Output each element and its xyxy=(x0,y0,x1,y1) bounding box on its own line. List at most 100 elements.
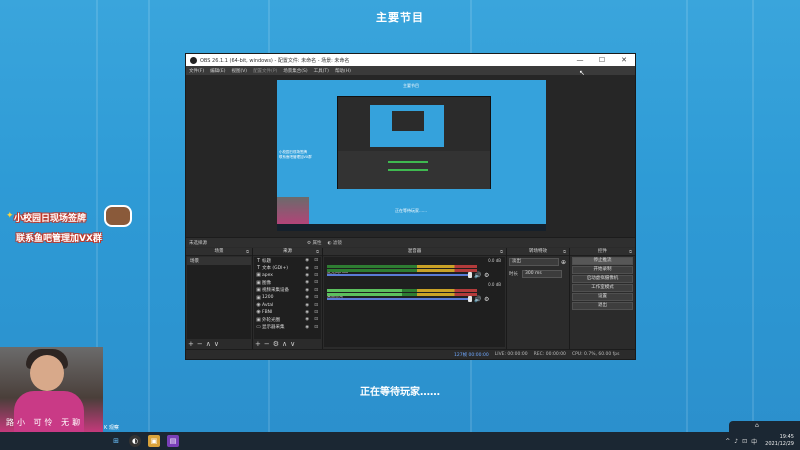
menu-tools[interactable]: 工具(T) xyxy=(314,68,329,74)
source-item[interactable]: ▭ 显示器采集 ◉ ⊡ xyxy=(254,324,321,331)
tray-expand-icon[interactable]: ^ xyxy=(725,438,730,445)
eye-icon[interactable]: ◉ xyxy=(305,266,309,271)
network-icon[interactable]: ⊡ xyxy=(742,438,747,445)
source-item[interactable]: ◉ FBNI ◉ ⊡ xyxy=(254,309,321,316)
stop-streaming-button[interactable]: 停止推流 xyxy=(572,257,633,265)
dock-close-icon[interactable]: ⧉ xyxy=(246,248,249,256)
eye-icon[interactable]: ◉ xyxy=(305,273,309,278)
eye-icon[interactable]: ◉ xyxy=(305,280,309,285)
start-recording-button[interactable]: 开始录制 xyxy=(572,266,633,274)
menu-view[interactable]: 视图(V) xyxy=(231,68,247,74)
source-item[interactable]: ▣ apex ◉ ⊡ xyxy=(254,272,321,279)
move-down-button[interactable]: ∨ xyxy=(290,340,295,348)
volume-slider[interactable] xyxy=(327,296,472,302)
lock-icon[interactable]: ⊡ xyxy=(314,325,318,330)
preview-waiting: 正在等待玩家…… xyxy=(395,208,427,213)
move-down-button[interactable]: ∨ xyxy=(214,340,219,348)
menu-edit[interactable]: 编辑(E) xyxy=(210,68,225,74)
dock-close-icon[interactable]: ⧉ xyxy=(316,248,319,256)
eye-icon[interactable]: ◉ xyxy=(305,258,309,263)
nested-obs-preview xyxy=(337,96,491,189)
speaker-icon[interactable]: 🔊 xyxy=(474,296,481,303)
lock-icon[interactable]: ⊡ xyxy=(314,317,318,322)
app-taskbar-icon-2[interactable]: ▤ xyxy=(167,435,179,447)
eye-icon[interactable]: ◉ xyxy=(305,295,309,300)
webcam-face xyxy=(30,355,64,391)
filters-button[interactable]: ◐ 滤镜 xyxy=(327,240,341,246)
sources-list[interactable]: T 标题 ◉ ⊡ T 文本 (GDI+) ◉ ⊡ ▣ apex ◉ ⊡ ▣ 图像 ◉ ⊡ ▣ 视频采集设备 ◉ ⊡ ▣ 1… xyxy=(254,257,321,339)
app-taskbar-icon[interactable]: ▣ xyxy=(148,435,160,447)
eye-icon[interactable]: ◉ xyxy=(305,317,309,322)
maximize-button[interactable]: ☐ xyxy=(591,56,613,64)
source-item[interactable]: ▣ 图像 ◉ ⊡ xyxy=(254,279,321,286)
source-item[interactable]: T 标题 ◉ ⊡ xyxy=(254,257,321,264)
exit-button[interactable]: 退出 xyxy=(572,302,633,310)
add-scene-button[interactable]: + xyxy=(188,340,194,348)
scene-item[interactable]: 场景 xyxy=(187,257,251,265)
remove-source-button[interactable]: − xyxy=(264,340,270,348)
studio-mode-button[interactable]: 工作室模式 xyxy=(572,284,633,292)
eye-icon[interactable]: ◉ xyxy=(305,325,309,330)
lock-icon[interactable]: ⊡ xyxy=(314,288,318,293)
lock-icon[interactable]: ⊡ xyxy=(314,280,318,285)
move-up-button[interactable]: ∧ xyxy=(282,340,287,348)
dock-close-icon[interactable]: ⧉ xyxy=(500,248,503,256)
obs-window[interactable]: OBS 26.1.1 (64-bit, windows) - 配置文件: 未命名… xyxy=(185,53,636,360)
properties-button[interactable]: ⚙ 属性 xyxy=(307,240,321,246)
dock-close-icon[interactable]: ⧉ xyxy=(629,248,632,256)
eye-icon[interactable]: ◉ xyxy=(305,288,309,293)
slider-knob[interactable] xyxy=(468,272,472,278)
preview-area: 主要节目 正在等待玩家…… 小校园日现场签牌 联系鱼吧管理加VX群 xyxy=(186,75,635,237)
gear-icon[interactable]: ⚙ xyxy=(484,272,489,279)
obs-menubar: 文件(F) 编辑(E) 视图(V) 配置文件(P) 场景集合(S) 工具(T) … xyxy=(186,66,635,75)
obs-taskbar-icon[interactable]: ◐ xyxy=(129,435,141,447)
quick-launch-icon[interactable]: ⌂ xyxy=(755,422,759,429)
source-item[interactable]: ▣ 视频采集设备 ◉ ⊡ xyxy=(254,287,321,294)
source-item[interactable]: ◉ Avtal ◉ ⊡ xyxy=(254,301,321,308)
lock-icon[interactable]: ⊡ xyxy=(314,303,318,308)
remove-scene-button[interactable]: − xyxy=(197,340,203,348)
scenes-list[interactable]: 场景 xyxy=(187,257,251,339)
dock-close-icon[interactable]: ⧉ xyxy=(563,248,566,256)
source-item[interactable]: T 文本 (GDI+) ◉ ⊡ xyxy=(254,264,321,271)
add-source-button[interactable]: + xyxy=(255,340,261,348)
promo-line-2: 联系鱼吧管理加VX群 xyxy=(16,234,102,244)
minimize-button[interactable]: — xyxy=(569,56,591,64)
source-item[interactable]: ▣ 1200 ◉ ⊡ xyxy=(254,294,321,301)
settings-button[interactable]: 设置 xyxy=(572,293,633,301)
gear-icon[interactable]: ⚙ xyxy=(484,296,489,303)
source-type-icon: ◉ xyxy=(256,309,261,316)
menu-profile[interactable]: 配置文件(P) xyxy=(253,68,277,74)
source-settings-icon[interactable]: ⚙ xyxy=(273,340,279,348)
obs-titlebar[interactable]: OBS 26.1.1 (64-bit, windows) - 配置文件: 未命名… xyxy=(186,54,635,66)
add-transition-button[interactable]: ⊕ xyxy=(561,259,566,266)
duration-input[interactable]: 300 ms xyxy=(522,270,562,278)
menu-scene-collection[interactable]: 场景集合(S) xyxy=(283,68,307,74)
transition-select[interactable]: 淡出 xyxy=(509,258,559,266)
lock-icon[interactable]: ⊡ xyxy=(314,258,318,263)
speaker-icon[interactable]: 🔊 xyxy=(474,272,481,279)
lock-icon[interactable]: ⊡ xyxy=(314,295,318,300)
close-button[interactable]: ✕ xyxy=(613,56,635,64)
menu-help[interactable]: 帮助(H) xyxy=(335,68,351,74)
eye-icon[interactable]: ◉ xyxy=(305,310,309,315)
mouse-cursor-icon: ↖ xyxy=(579,69,585,77)
menu-file[interactable]: 文件(F) xyxy=(189,68,204,74)
source-type-icon: T xyxy=(256,265,261,272)
obs-window-title: OBS 26.1.1 (64-bit, windows) - 配置文件: 未命名… xyxy=(200,57,350,64)
lock-icon[interactable]: ⊡ xyxy=(314,266,318,271)
lock-icon[interactable]: ⊡ xyxy=(314,273,318,278)
move-up-button[interactable]: ∧ xyxy=(206,340,211,348)
volume-icon[interactable]: ♪ xyxy=(734,438,738,445)
ime-icon[interactable]: 中 xyxy=(751,437,757,446)
controls-dock: 控件 ⧉ 停止推流 开始录制 启动虚拟摄像机 工作室模式 设置 退出 xyxy=(570,248,635,349)
program-preview[interactable]: 主要节目 正在等待玩家…… 小校园日现场签牌 联系鱼吧管理加VX群 xyxy=(277,80,546,231)
virtual-camera-button[interactable]: 启动虚拟摄像机 xyxy=(572,275,633,283)
volume-slider[interactable] xyxy=(327,272,472,278)
source-item[interactable]: ▣ 外轮光圈 ◉ ⊡ xyxy=(254,316,321,323)
clock[interactable]: 19:45 2021/12/29 xyxy=(765,434,794,448)
lock-icon[interactable]: ⊡ xyxy=(314,310,318,315)
windows-start-icon[interactable]: ⊞ xyxy=(110,435,122,447)
eye-icon[interactable]: ◉ xyxy=(305,303,309,308)
slider-knob[interactable] xyxy=(468,296,472,302)
